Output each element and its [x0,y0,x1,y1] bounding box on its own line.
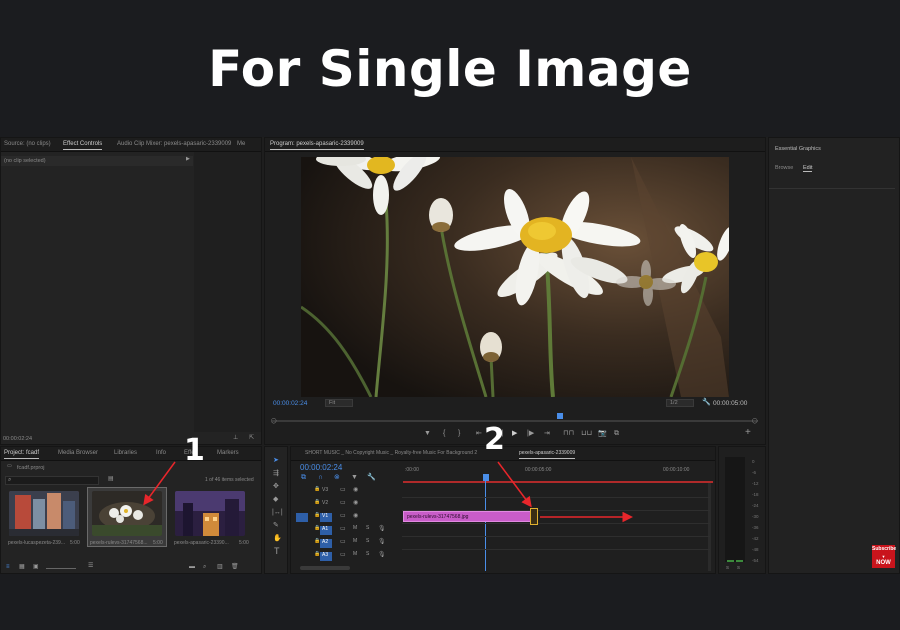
arrow-2-down [497,461,532,508]
annotation-overlay [143,461,633,523]
annotation-marker-1: 1 [184,433,205,468]
subscribe-arrow-icon: ▼ [881,554,886,559]
subscribe-line1: Subscribe [872,546,897,552]
subscribe-badge[interactable]: Subscribe ▼ NOW [872,545,897,568]
annotation-marker-2: 2 [484,422,505,457]
subscribe-line2: NOW [876,560,891,566]
arrow-1 [143,461,176,506]
